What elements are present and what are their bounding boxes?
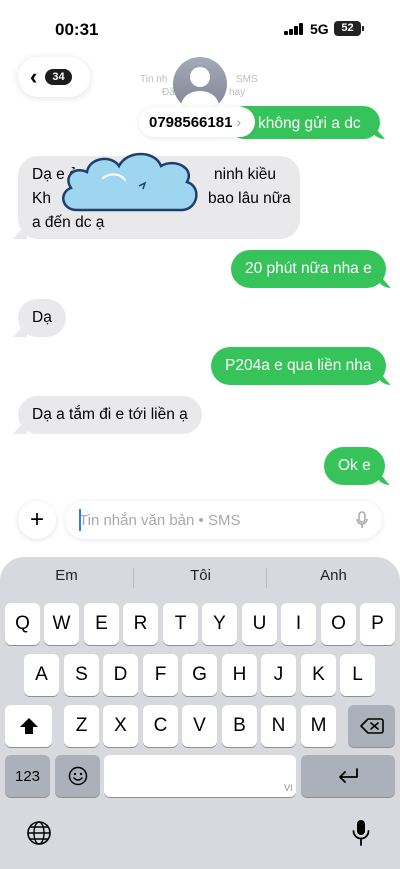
key-y[interactable]: Y: [202, 603, 237, 645]
language-label: VI: [284, 783, 293, 793]
chevron-right-icon: ›: [236, 114, 242, 130]
message-text: không gửi a dc: [258, 115, 361, 132]
emoji-key[interactable]: [55, 755, 100, 797]
message-text: Dạ a tắm đi e tới liền ạ: [32, 406, 188, 423]
microphone-icon[interactable]: [356, 511, 368, 529]
message-text: Dạ: [32, 309, 52, 326]
numbers-key[interactable]: 123: [5, 755, 50, 797]
chevron-left-icon: ‹: [30, 64, 38, 89]
add-attachment-button[interactable]: +: [18, 501, 56, 539]
key-c[interactable]: C: [143, 705, 178, 747]
key-x[interactable]: X: [103, 705, 138, 747]
message-incoming[interactable]: Dạ a tắm đi e tới liền ạ: [18, 396, 202, 434]
keyboard: Em Tôi Anh Q W E R T Y U I O P A S D F G…: [0, 557, 400, 869]
phone-number: 0798566181: [149, 113, 233, 131]
delete-key[interactable]: [348, 705, 395, 747]
network-type: 5G: [310, 21, 329, 37]
contact-phone-button[interactable]: 0798566181 ›: [139, 107, 256, 137]
faded-text: hay: [229, 87, 246, 98]
shift-key[interactable]: [5, 705, 52, 747]
key-e[interactable]: E: [84, 603, 119, 645]
message-text: Kh: [32, 190, 51, 207]
cellular-signal-icon: [284, 23, 304, 35]
emoji-icon: [68, 766, 87, 786]
battery-icon: 52: [334, 21, 364, 36]
key-o[interactable]: O: [321, 603, 356, 645]
message-text: ninh kiều: [214, 166, 277, 183]
message-outgoing[interactable]: 20 phút nữa nha e: [231, 250, 386, 288]
key-u[interactable]: U: [242, 603, 277, 645]
unread-count-badge: 34: [45, 69, 72, 85]
message-outgoing[interactable]: P204a e qua liền nha: [211, 347, 386, 385]
key-n[interactable]: N: [261, 705, 296, 747]
message-text: 20 phút nữa nha e: [245, 260, 372, 277]
key-m[interactable]: M: [301, 705, 336, 747]
key-w[interactable]: W: [44, 603, 79, 645]
return-arrow-icon: [339, 768, 358, 783]
message-text: bao lâu nữa: [208, 190, 291, 207]
message-incoming[interactable]: Dạ: [18, 299, 66, 337]
key-r[interactable]: R: [123, 603, 158, 645]
key-v[interactable]: V: [182, 705, 217, 747]
text-caret: [79, 509, 81, 531]
cloud-sticker-icon: [62, 152, 198, 212]
dictation-microphone-icon[interactable]: [352, 819, 370, 847]
globe-icon[interactable]: [26, 820, 52, 846]
key-s[interactable]: S: [64, 654, 99, 696]
status-time: 00:31: [55, 20, 99, 39]
back-button[interactable]: ‹ 34: [18, 57, 90, 97]
key-f[interactable]: F: [143, 654, 178, 696]
faded-text: SMS: [236, 74, 258, 85]
key-q[interactable]: Q: [5, 603, 40, 645]
contact-avatar[interactable]: [173, 57, 227, 111]
suggestion-1[interactable]: Em: [0, 567, 133, 589]
suggestion-2[interactable]: Tôi: [134, 567, 267, 589]
shift-arrow-icon: [19, 718, 38, 734]
space-key[interactable]: [104, 755, 296, 797]
backspace-icon: [359, 718, 384, 734]
status-bar: 00:31 5G 52: [0, 0, 400, 56]
suggestion-3[interactable]: Anh: [267, 567, 400, 589]
message-input[interactable]: [79, 509, 339, 531]
message-text: P204a e qua liền nha: [225, 357, 372, 374]
key-i[interactable]: I: [281, 603, 316, 645]
key-d[interactable]: D: [103, 654, 138, 696]
message-text: Ok e: [338, 457, 371, 474]
key-g[interactable]: G: [182, 654, 217, 696]
key-j[interactable]: J: [261, 654, 296, 696]
key-h[interactable]: H: [222, 654, 257, 696]
key-k[interactable]: K: [301, 654, 336, 696]
message-outgoing[interactable]: Ok e: [324, 447, 385, 485]
key-t[interactable]: T: [163, 603, 198, 645]
key-l[interactable]: L: [340, 654, 375, 696]
faded-text: Tin nh: [140, 74, 168, 85]
key-p[interactable]: P: [360, 603, 395, 645]
key-z[interactable]: Z: [64, 705, 99, 747]
key-a[interactable]: A: [24, 654, 59, 696]
key-b[interactable]: B: [222, 705, 257, 747]
return-key[interactable]: [301, 755, 395, 797]
message-input-container[interactable]: [65, 501, 382, 539]
plus-icon: +: [29, 506, 44, 533]
